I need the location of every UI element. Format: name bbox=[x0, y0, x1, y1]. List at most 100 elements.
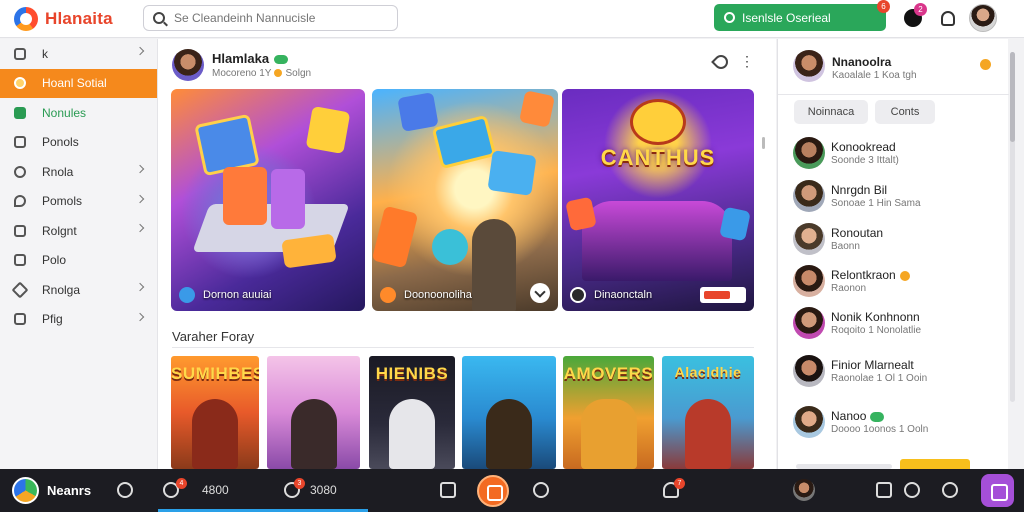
app-root: Hlanaita Isenlsle Oserieal 6 2 k Hoanl bbox=[0, 0, 1024, 512]
friend-avatar[interactable] bbox=[793, 479, 815, 501]
user-avatar[interactable] bbox=[969, 4, 997, 32]
tab-noinnaca[interactable]: Noinnaca bbox=[794, 100, 868, 124]
contact-avatar bbox=[793, 223, 825, 255]
sidebar-item-rnolga[interactable]: Rnolga bbox=[0, 275, 157, 305]
account-avatar[interactable] bbox=[12, 477, 39, 504]
tab-conts[interactable]: Conts bbox=[875, 100, 935, 124]
search-input[interactable] bbox=[174, 11, 384, 25]
sidebar-item-pomols[interactable]: Pomols bbox=[0, 187, 157, 217]
top-bar: Hlanaita Isenlsle Oserieal 6 2 bbox=[0, 0, 1024, 38]
sidebar-item-trends[interactable]: k bbox=[0, 39, 157, 69]
verified-icon bbox=[870, 411, 885, 422]
card-art bbox=[397, 92, 439, 132]
likes-count: 4800 bbox=[202, 483, 229, 497]
sidebar-item-folders[interactable]: Ponols bbox=[0, 128, 157, 158]
card-art bbox=[431, 114, 497, 170]
scrollbar-thumb[interactable] bbox=[1010, 52, 1015, 142]
sidebar-item-rolgnt[interactable]: Rolgnt bbox=[0, 216, 157, 246]
refresh-icon[interactable] bbox=[904, 482, 920, 498]
feed-scroll-indicator[interactable] bbox=[762, 137, 765, 149]
post-meta-audience: Solgn bbox=[285, 68, 312, 79]
likes-badge: 4 bbox=[176, 478, 187, 489]
contact-name: Nnrgdn Bil bbox=[831, 183, 888, 197]
create-post-button[interactable] bbox=[477, 475, 509, 507]
contact-item[interactable]: Relontkraon Raonon bbox=[778, 265, 1009, 305]
bottom-bar: Neanrs 4 4800 3 3080 7 bbox=[0, 469, 1024, 512]
card-label: Dornon auuiai bbox=[179, 287, 272, 303]
post-card[interactable]: CANTHUS Dinaonctaln bbox=[562, 89, 754, 311]
thumbnail-title: AMOVERS bbox=[563, 364, 654, 383]
author-avatar[interactable] bbox=[172, 49, 204, 81]
sidebar-item-label: Hoanl Sotial bbox=[42, 76, 107, 91]
right-scrollbar[interactable] bbox=[1010, 52, 1015, 402]
image-icon[interactable] bbox=[440, 482, 456, 498]
grid-icon bbox=[14, 313, 26, 326]
clock-icon[interactable] bbox=[533, 482, 549, 498]
messages-button[interactable]: 2 bbox=[901, 3, 927, 30]
contact-avatar bbox=[793, 180, 825, 212]
contact-item[interactable]: Finior Mlarnealt Raonolae 1 Ol 1 Ooin bbox=[778, 355, 1009, 395]
panel-footer-button[interactable] bbox=[900, 459, 970, 469]
logo[interactable]: Hlanaita bbox=[14, 6, 142, 31]
status-icon bbox=[980, 59, 991, 70]
card-art bbox=[487, 150, 537, 196]
post-card[interactable]: Dornon auuiai bbox=[171, 89, 365, 311]
thumbnail-card[interactable] bbox=[267, 356, 360, 469]
card-art bbox=[519, 90, 555, 128]
thumbnail-figure bbox=[685, 399, 731, 469]
profile-header[interactable]: Nnanoolra Kaoalale 1 Koa tgh bbox=[778, 39, 1009, 95]
contact-item[interactable]: Ronoutan Baonn bbox=[778, 223, 1009, 263]
smile-icon[interactable] bbox=[117, 482, 133, 498]
app-icon bbox=[570, 287, 586, 303]
chevron-right-icon bbox=[135, 223, 145, 233]
messages-badge: 2 bbox=[914, 3, 927, 16]
thumbnail-card[interactable] bbox=[462, 356, 556, 469]
contact-item[interactable]: Nonik Konhnonn Roqoito 1 Nonolatlie bbox=[778, 307, 1009, 347]
contact-avatar bbox=[793, 137, 825, 169]
app-title: Hlanaita bbox=[45, 8, 113, 28]
section-divider bbox=[172, 347, 754, 348]
create-badge: 6 bbox=[877, 0, 890, 13]
post-card[interactable]: Doonoonoliha bbox=[372, 89, 558, 311]
contact-item[interactable]: Nnrgdn Bil Sonoae 1 Hin Sama bbox=[778, 180, 1009, 220]
verified-icon bbox=[274, 55, 289, 65]
sidebar-item-modules[interactable]: Nonules bbox=[0, 98, 157, 128]
gallery-icon[interactable] bbox=[876, 482, 892, 498]
share-icon[interactable] bbox=[711, 52, 731, 72]
search-icon bbox=[724, 12, 735, 23]
play-button[interactable] bbox=[700, 287, 746, 303]
create-button[interactable]: Isenlsle Oserieal 6 bbox=[714, 0, 890, 31]
contact-avatar bbox=[793, 307, 825, 339]
contact-item[interactable]: Nanoo Doooo 1oonos 1 Ooln bbox=[778, 406, 1009, 446]
thumbnail-card[interactable]: HIENIBS bbox=[369, 356, 455, 469]
app-launcher-button[interactable] bbox=[981, 474, 1014, 507]
app-icon bbox=[380, 287, 396, 303]
search-bar[interactable] bbox=[143, 5, 398, 31]
notifications-button[interactable] bbox=[936, 6, 960, 30]
contact-subtitle: Raonon bbox=[831, 283, 867, 294]
contact-item[interactable]: Konookread Soonde 3 Ittalt) bbox=[778, 137, 1009, 177]
sidebar-item-social[interactable]: Hoanl Sotial bbox=[0, 68, 157, 98]
sidebar-item-rnola[interactable]: Rnola bbox=[0, 157, 157, 187]
author-name-text: Hlamlaka bbox=[212, 51, 270, 66]
sidebar-item-label: k bbox=[42, 46, 48, 61]
more-icon[interactable]: ⋮ bbox=[740, 54, 754, 68]
profile-name: Nnanoolra bbox=[832, 55, 892, 69]
right-panel: Nnanoolra Kaoalale 1 Koa tgh Noinnaca Co… bbox=[777, 39, 1009, 469]
sidebar-item-polo[interactable]: Polo bbox=[0, 246, 157, 276]
author-name[interactable]: Hlamlaka bbox=[212, 51, 289, 66]
contact-name: Relontkraon bbox=[831, 268, 910, 282]
expand-button[interactable] bbox=[530, 283, 550, 303]
settings-icon[interactable] bbox=[942, 482, 958, 498]
contact-avatar bbox=[793, 406, 825, 438]
sidebar-item-pfig[interactable]: Pfig bbox=[0, 305, 157, 335]
chevron-right-icon bbox=[135, 46, 145, 56]
card-art bbox=[372, 205, 419, 269]
chevron-right-icon bbox=[135, 164, 145, 174]
thumbnail-card[interactable]: SUMIHBES bbox=[171, 356, 259, 469]
thumbnail-card[interactable]: Alacldhie bbox=[662, 356, 754, 469]
search-icon bbox=[153, 12, 165, 24]
chevron-right-icon bbox=[135, 312, 145, 321]
sidebar-item-label: Pfig bbox=[42, 312, 63, 327]
thumbnail-card[interactable]: AMOVERS bbox=[563, 356, 654, 469]
